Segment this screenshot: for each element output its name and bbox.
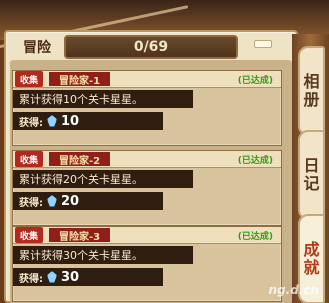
watermark: ng.d.cn [268, 283, 320, 297]
tab-label-bottom: 就 [303, 258, 320, 277]
progress-text: 0/69 [133, 39, 169, 55]
progress-bar: 0/69 [64, 35, 238, 59]
card-header: 收集 冒险家-1 (已达成) [13, 71, 281, 88]
reward-label: 获得: [19, 117, 43, 129]
achievement-card[interactable]: 收集 冒险家-2 (已达成) 累计获得20个关卡星星。 获得: 20 [12, 150, 282, 226]
achievement-status: (已达成) [237, 155, 273, 166]
reward-label: 获得: [19, 273, 43, 285]
gem-icon [47, 195, 57, 207]
card-header: 收集 冒险家-2 (已达成) [13, 151, 281, 168]
category-tag: 收集 [15, 151, 43, 167]
reward-amount: 10 [61, 113, 80, 129]
reward-label: 获得: [19, 197, 43, 209]
card-header: 收集 冒险家-3 (已达成) [13, 227, 281, 244]
tab-album[interactable]: 相 册 [298, 46, 325, 136]
panel-header: 冒险 0/69 [10, 33, 288, 61]
achievement-description: 累计获得30个关卡星星。 [13, 246, 193, 264]
reward-row: 获得: 30 [13, 268, 163, 286]
reward-row: 获得: 20 [13, 192, 163, 210]
tab-diary[interactable]: 日 记 [298, 130, 325, 220]
achievement-description: 累计获得20个关卡星星。 [13, 170, 193, 188]
tab-label-top: 相 [303, 72, 320, 91]
achievement-card[interactable]: 收集 冒险家-1 (已达成) 累计获得10个关卡星星。 获得: 10 [12, 70, 282, 146]
gem-icon [47, 115, 57, 127]
reward-row: 获得: 10 [13, 112, 163, 130]
achievement-status: (已达成) [237, 231, 273, 242]
tab-label-top: 成 [303, 240, 320, 259]
tab-label-bottom: 册 [303, 90, 320, 109]
achievement-name: 冒险家-1 [49, 72, 111, 87]
achievement-name: 冒险家-2 [49, 152, 111, 167]
achievement-name: 冒险家-3 [49, 228, 111, 243]
gem-icon [47, 271, 57, 283]
tab-label-bottom: 记 [303, 174, 320, 193]
achievement-status: (已达成) [237, 75, 273, 86]
tab-label-top: 日 [303, 156, 320, 175]
reward-amount: 20 [61, 193, 80, 209]
page-title: 冒险 [23, 40, 51, 56]
achievement-description: 累计获得10个关卡星星。 [13, 90, 193, 108]
category-tag: 收集 [15, 227, 43, 243]
reward-amount: 30 [61, 269, 80, 285]
collapse-button[interactable] [254, 40, 272, 48]
category-tag: 收集 [15, 71, 43, 87]
achievement-card[interactable]: 收集 冒险家-3 (已达成) 累计获得30个关卡星星。 获得: 30 [12, 226, 282, 302]
